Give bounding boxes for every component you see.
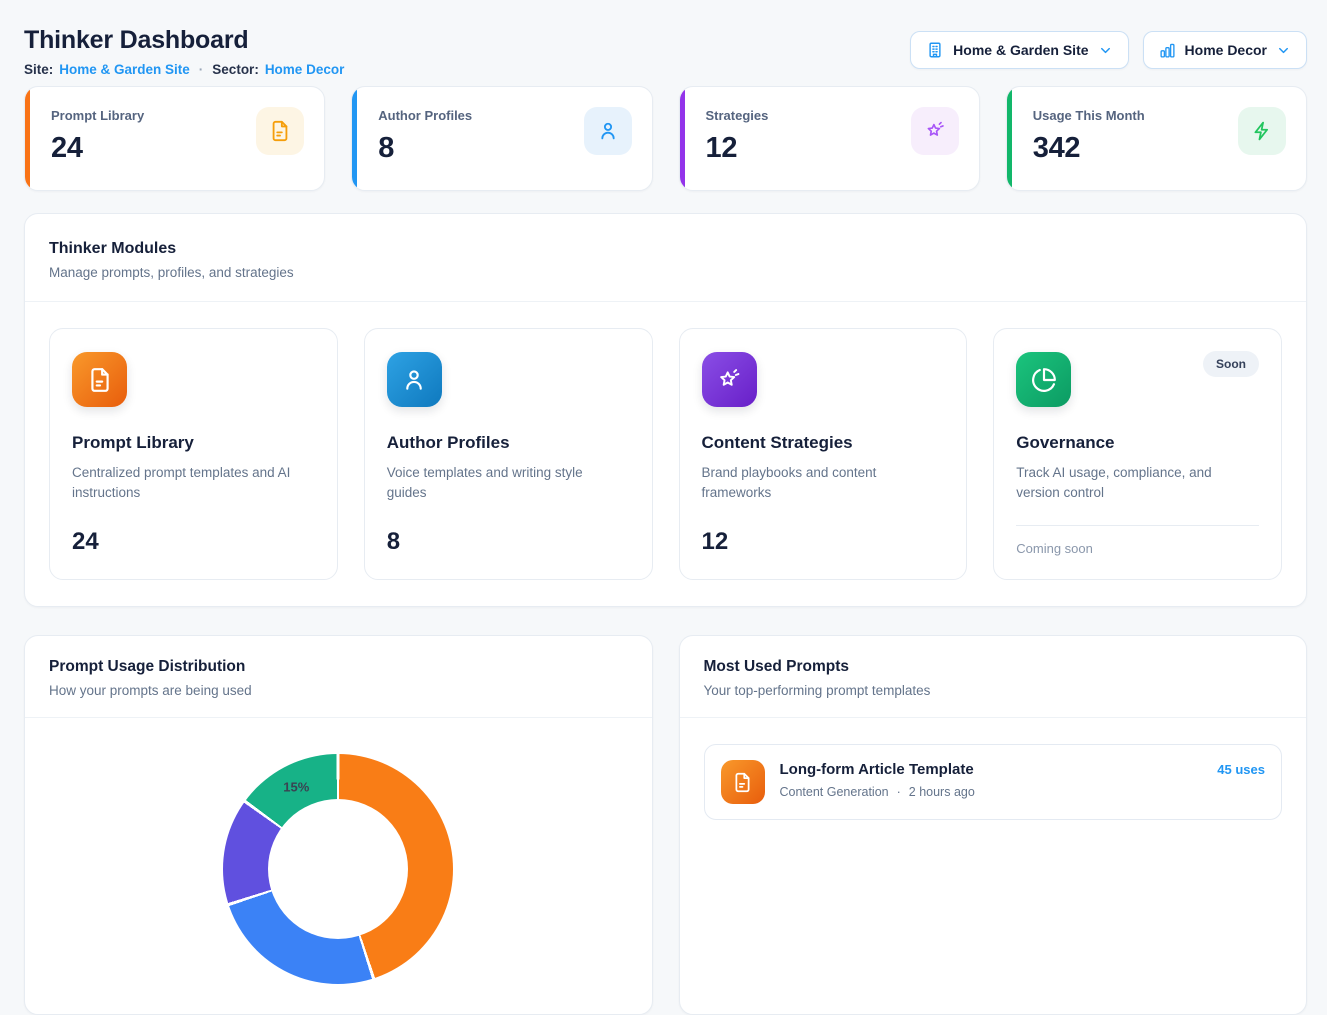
bar-chart-icon — [1159, 42, 1176, 59]
topbar: Thinker Dashboard Site: Home & Garden Si… — [24, 26, 1307, 77]
accent-bar — [25, 87, 30, 190]
bottom-row: Prompt Usage Distribution How your promp… — [24, 635, 1307, 1015]
module-title: Author Profiles — [387, 433, 630, 453]
topbar-actions: Home & Garden Site Home Decor — [910, 31, 1307, 69]
prompts-subtitle: Your top-performing prompt templates — [704, 683, 1283, 698]
donut-label-layer: 15% — [223, 754, 453, 984]
most-used-prompts-panel: Most Used Prompts Your top-performing pr… — [679, 635, 1308, 1015]
section-subtitle: Manage prompts, profiles, and strategies — [49, 265, 1282, 280]
prompt-item-text: Long-form Article Template Content Gener… — [780, 760, 1203, 799]
usage-distribution-panel: Prompt Usage Distribution How your promp… — [24, 635, 653, 1015]
document-icon — [721, 760, 765, 804]
prompts-title: Most Used Prompts — [704, 658, 1283, 676]
chart-title: Prompt Usage Distribution — [49, 658, 628, 676]
prompt-item-meta: Content Generation · 2 hours ago — [780, 785, 1203, 799]
module-card-prompt-library[interactable]: Prompt Library Centralized prompt templa… — [49, 328, 338, 580]
pie-chart-icon — [1016, 352, 1071, 407]
modules-header: Thinker Modules Manage prompts, profiles… — [25, 214, 1306, 302]
stat-card-strategies: Strategies 12 — [679, 86, 980, 191]
thinker-modules-panel: Thinker Modules Manage prompts, profiles… — [24, 213, 1307, 607]
stats-row: Prompt Library 24 Author Profiles 8 Stra… — [24, 86, 1307, 191]
module-title: Governance — [1016, 433, 1259, 453]
prompt-list-item[interactable]: Long-form Article Template Content Gener… — [704, 744, 1283, 820]
chart-subtitle: How your prompts are being used — [49, 683, 628, 698]
module-title: Content Strategies — [702, 433, 945, 453]
prompt-time: 2 hours ago — [909, 785, 975, 799]
chevron-down-icon — [1276, 43, 1291, 58]
module-description: Centralized prompt templates and AI inst… — [72, 463, 302, 504]
site-selector-label: Home & Garden Site — [953, 42, 1088, 58]
usage-chart-body: 15% — [25, 718, 652, 1013]
sector-link[interactable]: Home Decor — [265, 62, 345, 77]
prompt-category: Content Generation — [780, 785, 889, 799]
module-card-governance[interactable]: Soon Governance Track AI usage, complian… — [993, 328, 1282, 580]
site-selector-dropdown[interactable]: Home & Garden Site — [910, 31, 1128, 69]
breadcrumb: Site: Home & Garden Site · Sector: Home … — [24, 62, 344, 77]
stat-card-usage: Usage This Month 342 — [1006, 86, 1307, 191]
modules-grid: Prompt Library Centralized prompt templa… — [25, 302, 1306, 606]
prompts-list: Long-form Article Template Content Gener… — [680, 718, 1307, 846]
user-icon — [584, 107, 632, 155]
page-title: Thinker Dashboard — [24, 26, 344, 55]
stat-card-prompt-library: Prompt Library 24 — [24, 86, 325, 191]
sector-selector-label: Home Decor — [1185, 42, 1267, 58]
prompt-item-title: Long-form Article Template — [780, 761, 1203, 778]
sector-label: Sector: — [212, 62, 259, 77]
module-count: 24 — [72, 528, 315, 556]
dashboard-page: Thinker Dashboard Site: Home & Garden Si… — [0, 0, 1327, 1015]
document-icon — [256, 107, 304, 155]
sparkle-star-icon — [702, 352, 757, 407]
usage-chart-header: Prompt Usage Distribution How your promp… — [25, 636, 652, 718]
section-title: Thinker Modules — [49, 240, 1282, 258]
module-count: 12 — [702, 528, 945, 556]
site-link[interactable]: Home & Garden Site — [59, 62, 190, 77]
sparkle-star-icon — [911, 107, 959, 155]
module-description: Brand playbooks and content frameworks — [702, 463, 932, 504]
user-icon — [387, 352, 442, 407]
module-card-author-profiles[interactable]: Author Profiles Voice templates and writ… — [364, 328, 653, 580]
site-label: Site: — [24, 62, 53, 77]
dot-separator: · — [897, 785, 901, 799]
module-title: Prompt Library — [72, 433, 315, 453]
module-count: 8 — [387, 528, 630, 556]
accent-bar — [680, 87, 685, 190]
dot-separator: · — [199, 62, 204, 77]
lightning-icon — [1238, 107, 1286, 155]
building-icon — [926, 41, 944, 59]
donut-slice-label: 15% — [283, 779, 309, 794]
prompts-header: Most Used Prompts Your top-performing pr… — [680, 636, 1307, 718]
document-icon — [72, 352, 127, 407]
prompt-uses-badge: 45 uses — [1217, 760, 1265, 777]
accent-bar — [1007, 87, 1012, 190]
module-description: Voice templates and writing style guides — [387, 463, 617, 504]
sector-selector-dropdown[interactable]: Home Decor — [1143, 31, 1307, 69]
accent-bar — [352, 87, 357, 190]
coming-soon-text: Coming soon — [1016, 525, 1259, 556]
stat-card-author-profiles: Author Profiles 8 — [351, 86, 652, 191]
soon-badge: Soon — [1203, 351, 1259, 377]
module-description: Track AI usage, compliance, and version … — [1016, 463, 1246, 504]
topbar-left: Thinker Dashboard Site: Home & Garden Si… — [24, 26, 344, 77]
chevron-down-icon — [1098, 43, 1113, 58]
module-card-content-strategies[interactable]: Content Strategies Brand playbooks and c… — [679, 328, 968, 580]
